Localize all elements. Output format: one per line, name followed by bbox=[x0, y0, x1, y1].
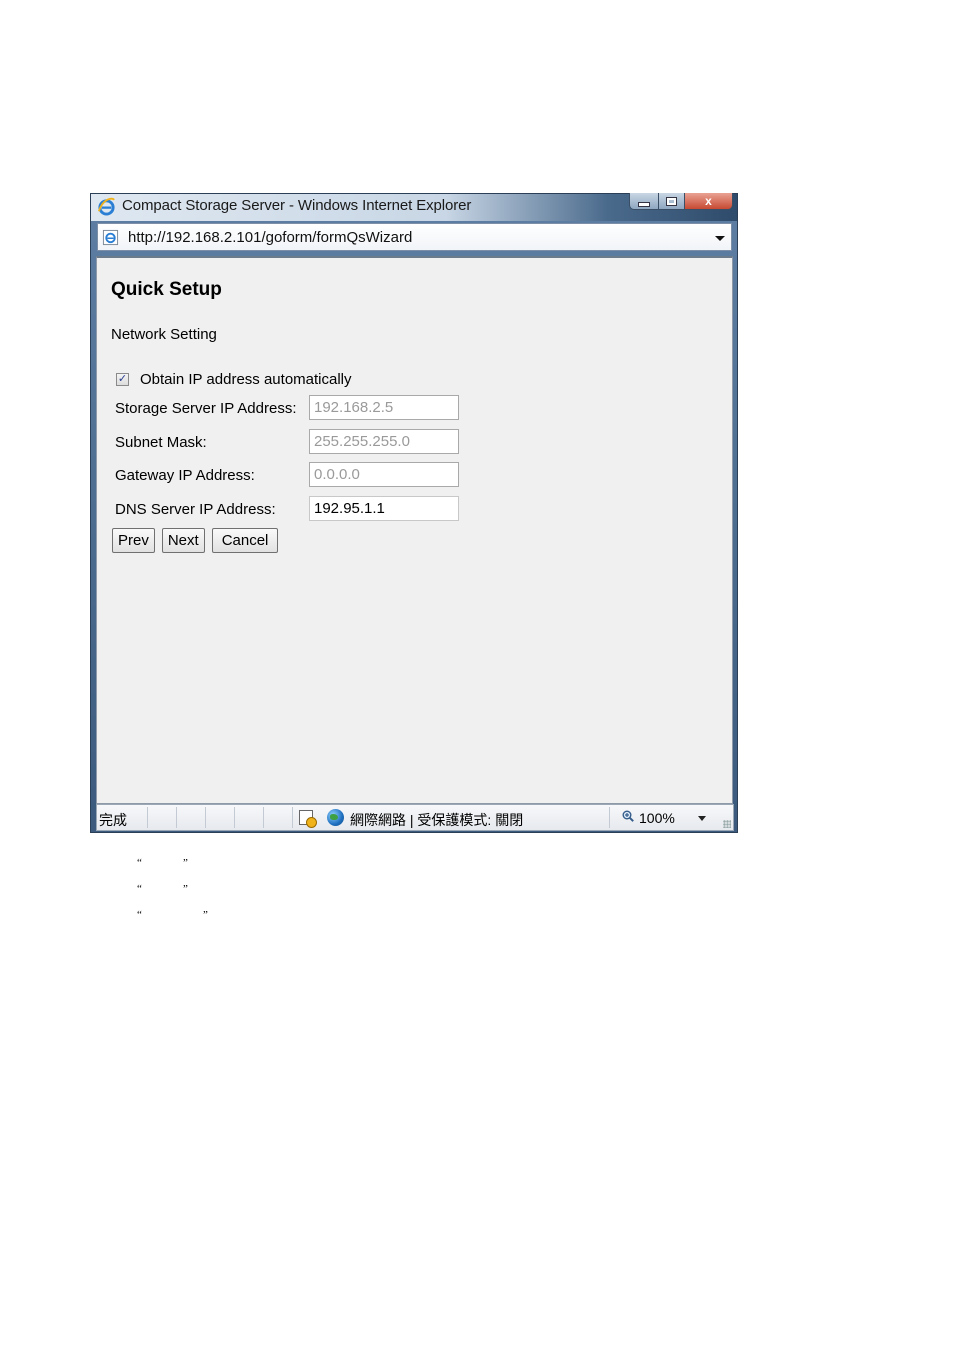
quote-open: “ bbox=[137, 883, 142, 895]
page-content: Quick Setup Network Setting ✓ Obtain IP … bbox=[96, 256, 733, 804]
protected-mode-icon[interactable] bbox=[299, 810, 317, 828]
maximize-icon bbox=[666, 196, 677, 206]
quote-close: ” bbox=[183, 857, 188, 869]
page-ie-icon bbox=[102, 229, 119, 246]
close-button[interactable]: x bbox=[685, 193, 733, 210]
maximize-button[interactable] bbox=[659, 193, 685, 210]
security-zone-text[interactable]: 網際網路 | 受保護模式: 關閉 bbox=[350, 810, 523, 830]
chevron-down-icon[interactable] bbox=[713, 231, 727, 245]
window-title: Compact Storage Server - Windows Interne… bbox=[122, 197, 472, 214]
status-divider bbox=[292, 807, 293, 828]
address-url[interactable]: http://192.168.2.101/goform/formQsWizard bbox=[128, 229, 412, 246]
dns-server-ip-label: DNS Server IP Address: bbox=[115, 501, 276, 518]
storage-server-ip-label: Storage Server IP Address: bbox=[115, 400, 297, 417]
next-button[interactable]: Next bbox=[161, 528, 205, 553]
close-icon: x bbox=[705, 194, 712, 208]
quote-close: ” bbox=[203, 909, 208, 921]
gateway-ip-label: Gateway IP Address: bbox=[115, 467, 255, 484]
subnet-mask-input[interactable] bbox=[309, 429, 459, 454]
status-divider bbox=[609, 807, 610, 828]
internet-explorer-icon bbox=[97, 197, 115, 216]
gateway-ip-input[interactable] bbox=[309, 462, 459, 487]
status-bar: 完成 網際網路 | 受保護模式: 關閉 100% bbox=[96, 804, 734, 831]
page: Compact Storage Server - Windows Interne… bbox=[0, 0, 954, 1350]
obtain-ip-auto-label: Obtain IP address automatically bbox=[140, 371, 352, 388]
status-divider bbox=[176, 807, 177, 828]
title-bar[interactable]: Compact Storage Server - Windows Interne… bbox=[91, 193, 737, 221]
quote-open: “ bbox=[137, 857, 142, 869]
zoom-dropdown-icon[interactable] bbox=[698, 816, 706, 821]
subnet-mask-label: Subnet Mask: bbox=[115, 434, 207, 451]
minimize-button[interactable] bbox=[629, 193, 659, 210]
address-bar[interactable]: http://192.168.2.101/goform/formQsWizard bbox=[97, 223, 732, 251]
status-text: 完成 bbox=[99, 812, 127, 828]
ie-window: Compact Storage Server - Windows Interne… bbox=[90, 193, 738, 833]
quote-open: “ bbox=[137, 909, 142, 921]
prev-button[interactable]: Prev bbox=[112, 528, 155, 553]
zoom-level[interactable]: 100% bbox=[639, 810, 675, 826]
dns-server-ip-input[interactable] bbox=[309, 496, 459, 521]
status-divider bbox=[263, 807, 264, 828]
window-controls: x bbox=[629, 193, 733, 211]
cancel-button[interactable]: Cancel bbox=[211, 528, 279, 553]
zoom-icon[interactable] bbox=[622, 810, 634, 822]
status-divider bbox=[147, 807, 148, 828]
obtain-ip-auto-row: ✓ Obtain IP address automatically bbox=[116, 371, 352, 388]
wizard-buttons: Prev Next Cancel bbox=[112, 528, 285, 553]
status-divider bbox=[205, 807, 206, 828]
internet-zone-globe-icon bbox=[327, 809, 344, 826]
obtain-ip-auto-checkbox[interactable]: ✓ bbox=[116, 373, 129, 386]
quote-close: ” bbox=[183, 883, 188, 895]
section-title: Network Setting bbox=[111, 326, 217, 343]
page-title: Quick Setup bbox=[111, 279, 222, 300]
status-divider bbox=[234, 807, 235, 828]
minimize-icon bbox=[638, 201, 650, 207]
storage-server-ip-input[interactable] bbox=[309, 395, 459, 420]
resize-grip-icon[interactable] bbox=[723, 820, 731, 828]
